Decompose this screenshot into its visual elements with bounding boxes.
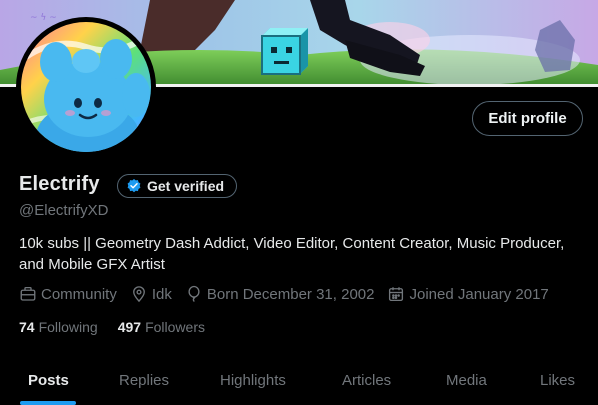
follow-counts: 74 Following 497 Followers [19, 319, 205, 335]
avatar[interactable] [16, 17, 156, 157]
tab-articles[interactable]: Articles [342, 372, 391, 389]
get-verified-button[interactable]: Get verified [117, 174, 238, 198]
profile-tabs: Posts Replies Highlights Articles Media … [0, 357, 598, 405]
avatar-image [17, 18, 155, 156]
meta-birthday: Born December 31, 2002 [185, 285, 375, 303]
location-pin-icon [130, 285, 148, 303]
balloon-icon [185, 285, 203, 303]
following-link[interactable]: 74 Following [19, 319, 98, 335]
bio-line: and Mobile GFX Artist [19, 256, 165, 273]
profile-bio: 10k subs || Geometry Dash Addict, Video … [19, 233, 589, 275]
verified-badge-icon [126, 178, 142, 194]
meta-category[interactable]: Community [19, 285, 117, 303]
meta-joined-label: Joined January 2017 [409, 285, 549, 303]
meta-location-label: Idk [151, 285, 172, 303]
meta-joined: Joined January 2017 [387, 285, 549, 303]
followers-count: 497 [117, 319, 142, 335]
profile-meta: Community Idk Born December 31, 2002 Joi… [19, 285, 549, 303]
following-label: Following [38, 319, 98, 335]
briefcase-icon [19, 285, 37, 303]
tab-likes[interactable]: Likes [540, 372, 575, 389]
meta-birthday-label: Born December 31, 2002 [206, 285, 375, 303]
tab-media[interactable]: Media [446, 372, 487, 389]
bio-line: 10k subs || Geometry Dash Addict, Video … [19, 235, 565, 252]
meta-category-label: Community [41, 285, 117, 303]
get-verified-label: Get verified [147, 178, 225, 194]
calendar-icon [387, 285, 405, 303]
display-name: Electrify [19, 173, 100, 195]
active-tab-indicator [20, 401, 76, 405]
tab-posts[interactable]: Posts [28, 372, 69, 389]
edit-profile-button[interactable]: Edit profile [472, 101, 583, 136]
tab-highlights[interactable]: Highlights [220, 372, 286, 389]
followers-label: Followers [145, 319, 205, 335]
user-handle: @ElectrifyXD [19, 202, 109, 219]
following-count: 74 [19, 319, 35, 335]
tab-replies[interactable]: Replies [119, 372, 169, 389]
meta-location: Idk [130, 285, 172, 303]
followers-link[interactable]: 497 Followers [118, 319, 205, 335]
